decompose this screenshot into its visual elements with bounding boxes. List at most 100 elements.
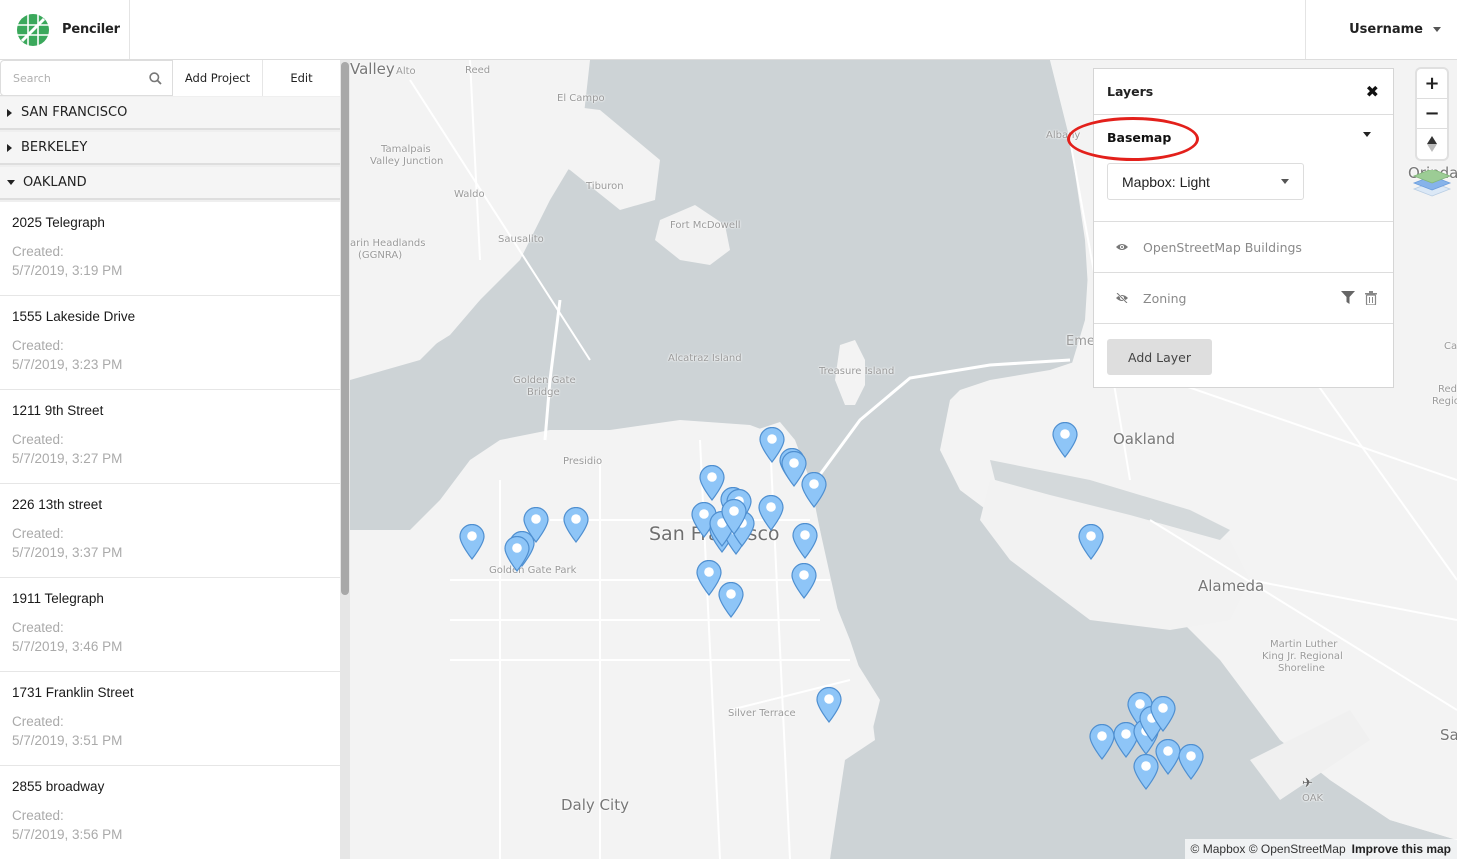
- improve-map-link[interactable]: Improve this map: [1352, 842, 1451, 856]
- chevron-down-icon: [1281, 179, 1289, 184]
- attribution-text[interactable]: © Mapbox © OpenStreetMap: [1191, 842, 1346, 856]
- search-icon[interactable]: [149, 72, 162, 85]
- map-marker-icon[interactable]: [1133, 754, 1159, 790]
- created-date: 5/7/2019, 3:27 PM: [12, 451, 123, 466]
- map-marker-icon[interactable]: [504, 536, 530, 572]
- project-item[interactable]: 1731 Franklin Street Created: 5/7/2019, …: [0, 672, 340, 766]
- trash-icon[interactable]: [1365, 291, 1377, 305]
- map-canvas[interactable]: Valley Alto Reed El Campo Tamalpais Vall…: [350, 60, 1457, 859]
- search-input[interactable]: [1, 61, 141, 95]
- scrollbar-thumb[interactable]: [341, 62, 349, 595]
- map-label: Valley Junction: [370, 156, 444, 167]
- add-project-button[interactable]: Add Project: [173, 60, 263, 96]
- map-label-city: Alameda: [1198, 577, 1265, 595]
- project-name: 1911 Telegraph: [12, 591, 104, 606]
- map-label: Sa: [1440, 726, 1457, 744]
- map-label: Sausalito: [498, 234, 544, 245]
- map-label: Cany: [1444, 341, 1457, 352]
- map-label: Fort McDowell: [670, 220, 741, 231]
- project-item[interactable]: 1211 9th Street Created: 5/7/2019, 3:27 …: [0, 390, 340, 484]
- map-label: Tamalpais: [381, 144, 431, 155]
- user-menu[interactable]: Username: [1305, 0, 1457, 59]
- map-navigation-control: + −: [1417, 69, 1447, 159]
- map-marker-icon[interactable]: [801, 472, 827, 508]
- group-berkeley[interactable]: BERKELEY: [0, 132, 340, 165]
- caret-right-icon: [7, 143, 12, 152]
- created-label: Created:: [12, 714, 64, 729]
- close-icon[interactable]: ✖: [1366, 82, 1379, 101]
- compass-button[interactable]: [1417, 129, 1447, 159]
- created-label: Created:: [12, 432, 64, 447]
- zoom-out-button[interactable]: −: [1417, 99, 1447, 129]
- map-marker-icon[interactable]: [792, 523, 818, 559]
- map-marker-icon[interactable]: [1178, 744, 1204, 780]
- created-label: Created:: [12, 620, 64, 635]
- project-name: 1731 Franklin Street: [12, 685, 134, 700]
- layers-panel-header: Layers ✖: [1094, 69, 1393, 115]
- search-box: [0, 60, 173, 96]
- add-layer-button[interactable]: Add Layer: [1107, 339, 1212, 375]
- layers-title: Layers: [1107, 84, 1154, 99]
- map-marker-icon[interactable]: [1052, 422, 1078, 458]
- project-item[interactable]: 2025 Telegraph Created: 5/7/2019, 3:19 P…: [0, 202, 340, 296]
- add-layer-section: Add Layer: [1094, 324, 1393, 375]
- map-marker-icon[interactable]: [1089, 724, 1115, 760]
- map-marker-icon[interactable]: [718, 582, 744, 618]
- map-marker-icon[interactable]: [459, 524, 485, 560]
- map-label: Regional: [1432, 396, 1457, 407]
- eye-slash-icon[interactable]: [1116, 293, 1128, 303]
- airport-icon: ✈: [1302, 776, 1313, 791]
- map-label: Redw: [1438, 384, 1457, 395]
- created-label: Created:: [12, 808, 64, 823]
- project-name: 226 13th street: [12, 497, 103, 512]
- layer-name: Zoning: [1143, 290, 1187, 306]
- layer-actions: [1341, 291, 1377, 305]
- created-date: 5/7/2019, 3:51 PM: [12, 733, 123, 748]
- project-item[interactable]: 1911 Telegraph Created: 5/7/2019, 3:46 P…: [0, 578, 340, 672]
- layer-row-zoning[interactable]: Zoning: [1094, 273, 1393, 324]
- project-item[interactable]: 226 13th street Created: 5/7/2019, 3:37 …: [0, 484, 340, 578]
- map-marker-icon[interactable]: [791, 563, 817, 599]
- map-attribution: © Mapbox © OpenStreetMap Improve this ma…: [1184, 839, 1457, 859]
- group-name: BERKELEY: [21, 140, 88, 155]
- map-marker-icon[interactable]: [758, 495, 784, 531]
- map-label: Silver Terrace: [728, 708, 796, 719]
- chevron-down-icon: [1433, 27, 1441, 32]
- app-name: Penciler: [62, 22, 120, 37]
- filter-icon[interactable]: [1341, 291, 1355, 304]
- penciler-logo-icon: [17, 13, 49, 46]
- map-label: Eme: [1066, 334, 1095, 349]
- created-date: 5/7/2019, 3:23 PM: [12, 357, 123, 372]
- caret-right-icon: [7, 108, 12, 117]
- layers-stack-icon[interactable]: [1412, 170, 1452, 210]
- top-header: Penciler Username: [0, 0, 1457, 60]
- map-label: (GGNRA): [358, 250, 403, 261]
- edit-button[interactable]: Edit: [263, 60, 340, 96]
- caret-down-icon: [7, 180, 15, 185]
- eye-icon[interactable]: [1116, 243, 1128, 251]
- username: Username: [1349, 22, 1423, 37]
- project-name: 1555 Lakeside Drive: [12, 309, 136, 324]
- zoom-in-button[interactable]: +: [1417, 69, 1447, 99]
- basemap-collapse-icon[interactable]: [1363, 132, 1371, 137]
- project-item[interactable]: 2855 broadway Created: 5/7/2019, 3:56 PM: [0, 766, 340, 859]
- group-oakland[interactable]: OAKLAND: [0, 167, 340, 200]
- layer-row-osm-buildings[interactable]: OpenStreetMap Buildings: [1094, 222, 1393, 273]
- map-marker-icon[interactable]: [816, 687, 842, 723]
- map-marker-icon[interactable]: [721, 499, 747, 535]
- map-marker-icon[interactable]: [1078, 524, 1104, 560]
- brand[interactable]: Penciler: [0, 0, 130, 59]
- project-name: 1211 9th Street: [12, 403, 104, 418]
- map-label: Reed: [465, 65, 491, 76]
- group-san-francisco[interactable]: SAN FRANCISCO: [0, 97, 340, 130]
- created-date: 5/7/2019, 3:19 PM: [12, 263, 123, 278]
- basemap-select[interactable]: Mapbox: Light: [1107, 163, 1304, 200]
- map-label: Albany: [1046, 130, 1081, 141]
- layers-panel: Layers ✖ Basemap Mapbox: Light OpenStree…: [1067, 68, 1394, 388]
- basemap-selected-value: Mapbox: Light: [1122, 173, 1210, 190]
- map-marker-icon[interactable]: [1150, 696, 1176, 732]
- sidebar-toolbar: Add Project Edit: [0, 60, 340, 96]
- map-marker-icon[interactable]: [563, 507, 589, 543]
- basemap-title[interactable]: Basemap: [1107, 130, 1171, 145]
- project-item[interactable]: 1555 Lakeside Drive Created: 5/7/2019, 3…: [0, 296, 340, 390]
